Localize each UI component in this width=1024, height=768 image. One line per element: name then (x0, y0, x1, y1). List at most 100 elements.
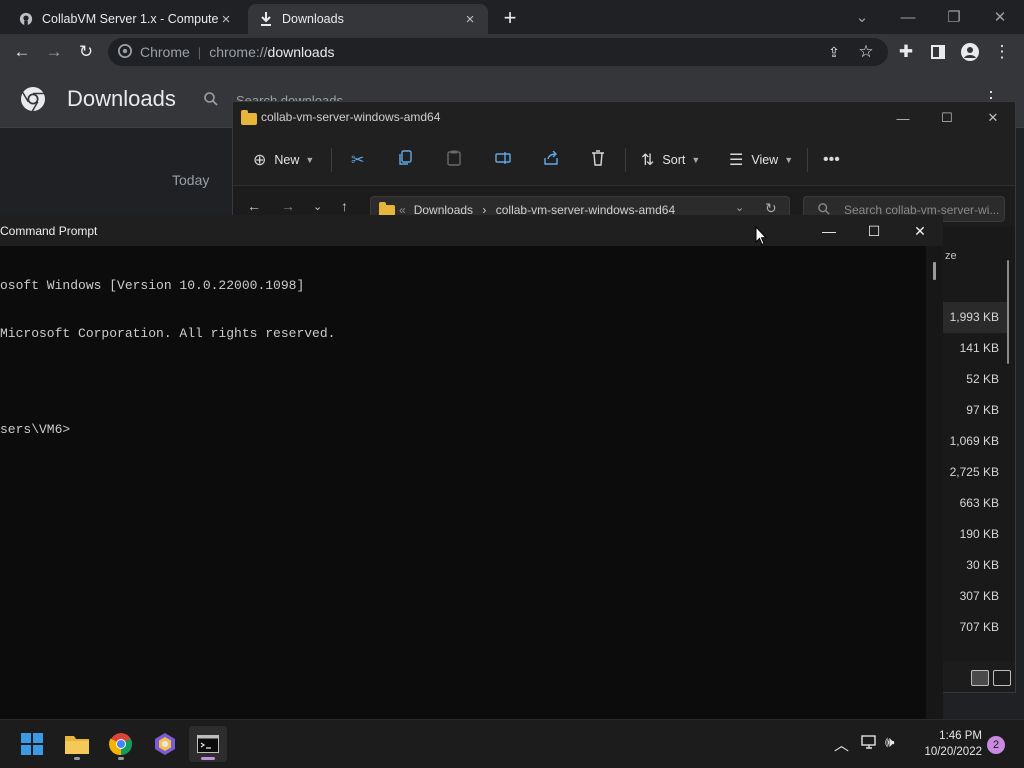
mouse-cursor-icon (755, 226, 767, 246)
chevron-up-icon[interactable]: ︿ (834, 734, 849, 755)
rename-icon (495, 151, 511, 170)
scissors-icon: ✂ (351, 152, 365, 169)
omnibox[interactable]: Chrome | chrome://downloads (108, 38, 888, 66)
close-tab-icon[interactable]: × (218, 11, 234, 28)
cut-button[interactable]: ✂ (351, 150, 364, 170)
console-output[interactable]: osoft Windows [Version 10.0.22000.1098] … (0, 246, 926, 719)
forward-arrow-icon[interactable]: → (281, 198, 295, 214)
file-size: 52 KB (966, 372, 999, 386)
size-column-header[interactable]: ze (945, 250, 957, 262)
taskbar-command-prompt[interactable] (189, 726, 227, 762)
close-window-button[interactable]: ✕ (978, 4, 1022, 30)
explorer-titlebar[interactable]: collab-vm-server-windows-amd64 — ☐ ✕ (233, 102, 1015, 132)
explorer-command-bar: ⊕ New ▼ ✂ ⇅ Sort ▼ ☰ View ▼ ••• (233, 132, 1015, 186)
tab-downloads[interactable]: Downloads × (248, 4, 488, 34)
view-label: View (751, 153, 779, 167)
chevron-down-icon: ▼ (305, 155, 315, 165)
cmd-titlebar[interactable]: Command Prompt — ☐ ✕ (0, 215, 943, 246)
divider (331, 148, 332, 172)
search-icon (204, 91, 218, 109)
tab-search-icon[interactable]: ⌄ (840, 4, 884, 30)
folder-icon (65, 736, 89, 754)
delete-button[interactable] (591, 149, 605, 171)
console-line: osoft Windows [Version 10.0.22000.1098] (0, 278, 305, 293)
active-indicator (201, 757, 215, 760)
explorer-title: collab-vm-server-windows-amd64 (261, 110, 441, 124)
extensions-puzzle-icon[interactable]: ✚ (894, 40, 918, 64)
tab-collabvm[interactable]: CollabVM Server 1.x - Computer × (8, 4, 244, 34)
bookmark-star-icon[interactable]: ☆ (854, 40, 878, 64)
chrome-menu-icon[interactable]: ⋮ (990, 40, 1014, 64)
vertical-scrollbar[interactable] (1007, 260, 1009, 364)
new-tab-button[interactable]: + (498, 5, 522, 30)
restore-button[interactable]: ❐ (932, 4, 976, 30)
paste-icon (447, 150, 461, 171)
new-label: New (274, 153, 300, 167)
minimize-button[interactable]: — (806, 219, 852, 243)
maximize-button[interactable]: ☐ (925, 106, 969, 130)
chevron-down-icon: ▼ (691, 155, 701, 165)
folder-icon (241, 110, 257, 125)
omnibox-separator: | (197, 44, 202, 60)
details-view-icon[interactable] (971, 670, 989, 686)
chrome-site-icon (118, 43, 132, 61)
tiles-view-icon[interactable] (993, 670, 1011, 686)
taskbar-file-explorer[interactable] (58, 726, 96, 762)
close-tab-icon[interactable]: × (462, 11, 478, 28)
chevron-down-icon[interactable]: ⌄ (735, 201, 744, 214)
copy-icon (399, 149, 413, 171)
close-button[interactable]: ✕ (971, 106, 1015, 130)
taskbar-app-hexagon[interactable] (146, 726, 184, 762)
cmd-scrollbar[interactable] (926, 246, 943, 719)
clock-date: 10/20/2022 (924, 746, 982, 758)
omnibox-scheme: Chrome (140, 44, 190, 60)
volume-icon[interactable]: 🕪 (885, 734, 894, 751)
file-size: 30 KB (966, 558, 999, 572)
running-indicator (118, 757, 124, 760)
reload-icon[interactable]: ↻ (74, 40, 98, 64)
sort-button[interactable]: ⇅ Sort ▼ (641, 150, 700, 170)
trash-icon (591, 149, 605, 171)
file-size: 190 KB (959, 527, 999, 541)
taskbar-chrome[interactable] (102, 726, 140, 762)
minimize-button[interactable]: — (881, 106, 925, 130)
scroll-thumb[interactable] (933, 262, 936, 280)
omnibox-url-path: downloads (267, 44, 335, 60)
share-icon[interactable]: ⇪ (822, 40, 846, 64)
system-clock[interactable]: 1:46 PM 10/20/2022 (912, 728, 982, 760)
back-arrow-icon[interactable]: ← (10, 40, 34, 64)
clock-time: 1:46 PM (939, 730, 982, 742)
download-icon (258, 11, 274, 27)
share-button[interactable] (543, 150, 559, 170)
tab-title: Downloads (282, 12, 344, 26)
sort-arrows-icon: ⇅ (641, 152, 655, 169)
tab-title: CollabVM Server 1.x - Computer (42, 12, 218, 26)
rename-button[interactable] (495, 150, 511, 170)
new-button[interactable]: ⊕ New ▼ (253, 150, 314, 170)
file-size: 1,993 KB (949, 310, 999, 324)
forward-arrow-icon[interactable]: → (42, 40, 66, 64)
file-size: 97 KB (966, 403, 999, 417)
ellipsis-icon: ••• (823, 151, 840, 168)
network-icon[interactable] (860, 734, 878, 754)
copy-button[interactable] (399, 149, 413, 171)
minimize-button[interactable]: — (886, 4, 930, 30)
file-size: 707 KB (959, 620, 999, 634)
sort-label: Sort (662, 153, 686, 167)
recent-locations-icon[interactable]: ⌄ (313, 200, 322, 213)
hexagon-app-icon (155, 733, 175, 755)
profile-avatar-icon[interactable] (958, 40, 982, 64)
divider (625, 148, 626, 172)
up-arrow-icon[interactable]: ↑ (341, 198, 348, 214)
back-arrow-icon[interactable]: ← (247, 198, 261, 214)
side-panel-icon[interactable] (926, 40, 950, 64)
command-prompt-window: Command Prompt — ☐ ✕ osoft Windows [Vers… (0, 215, 943, 719)
paste-button[interactable] (447, 150, 461, 170)
close-button[interactable]: ✕ (897, 219, 943, 243)
notification-badge[interactable]: 2 (987, 736, 1005, 754)
more-options-button[interactable]: ••• (823, 150, 840, 170)
view-button[interactable]: ☰ View ▼ (729, 150, 793, 170)
maximize-button[interactable]: ☐ (851, 219, 897, 243)
start-button[interactable] (13, 726, 51, 762)
